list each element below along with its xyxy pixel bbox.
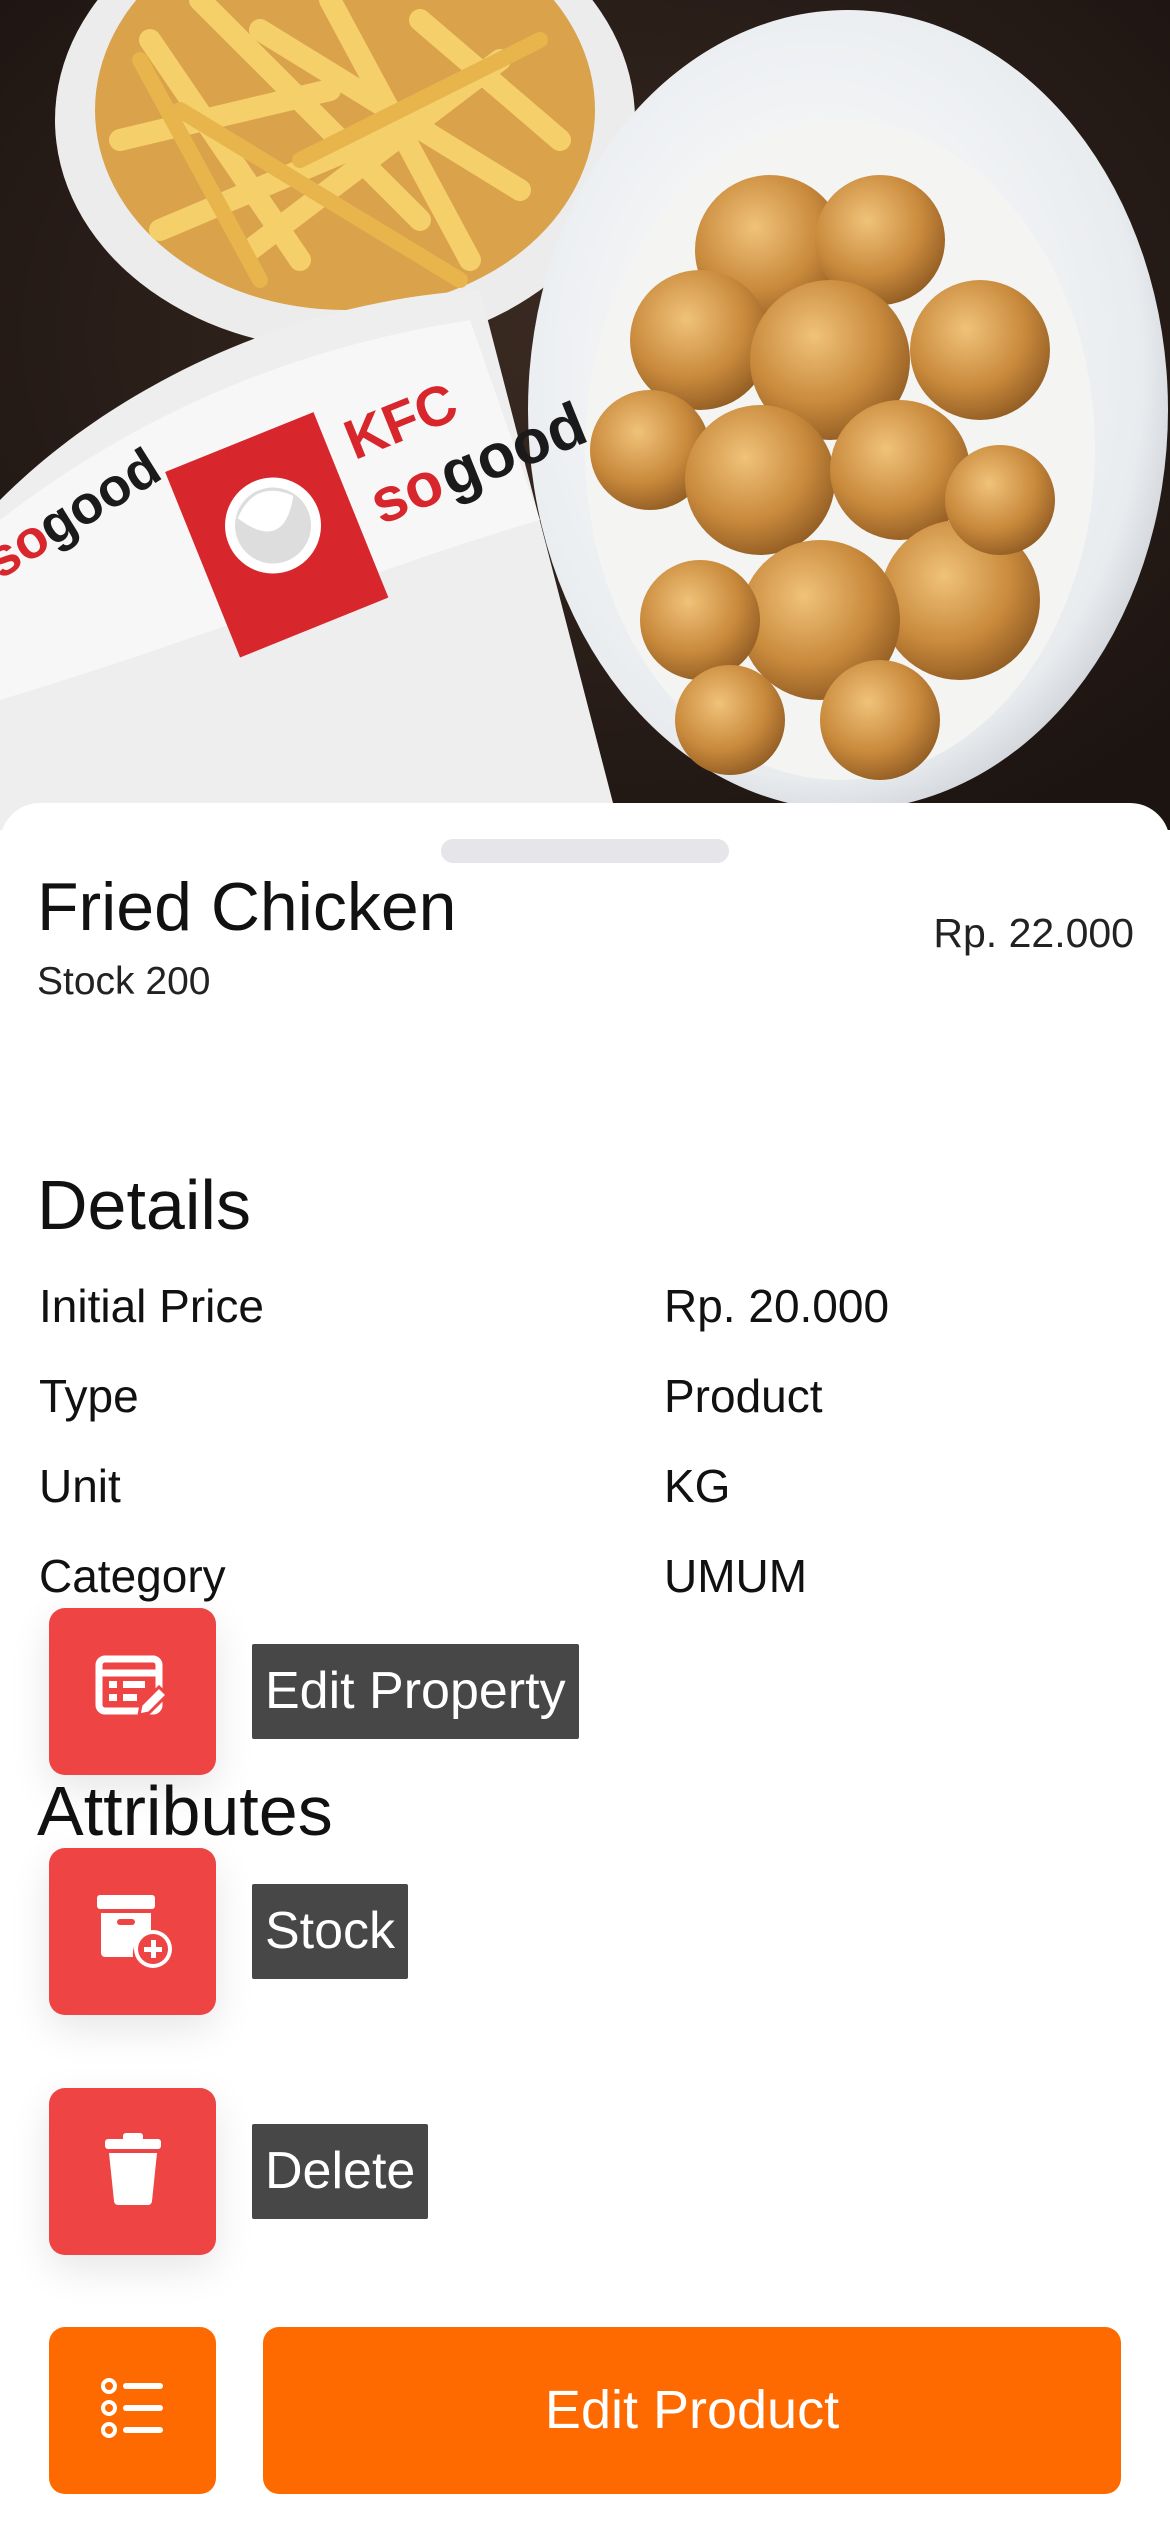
detail-label: Type xyxy=(39,1370,139,1422)
delete-button[interactable] xyxy=(49,2088,216,2255)
detail-row-initial-price: Initial Price Rp. 20.000 xyxy=(39,1274,1139,1338)
edit-property-label[interactable]: Edit Property xyxy=(252,1644,579,1739)
attributes-heading: Attributes xyxy=(37,1772,333,1850)
detail-label: Category xyxy=(39,1550,226,1602)
detail-row-category: Category UMUM xyxy=(39,1544,1139,1608)
sheet-grabber[interactable] xyxy=(441,839,729,863)
details-heading: Details xyxy=(37,1166,251,1244)
detail-value: UMUM xyxy=(664,1550,808,1602)
edit-property-button[interactable] xyxy=(49,1608,216,1775)
fab-menu-toggle-button[interactable] xyxy=(49,2327,216,2494)
edit-product-button[interactable]: Edit Product xyxy=(263,2327,1121,2494)
detail-value: KG xyxy=(664,1460,731,1512)
product-stock: Stock 200 xyxy=(37,960,211,1003)
detail-value: Rp. 20.000 xyxy=(664,1280,890,1332)
detail-value: Product xyxy=(664,1370,823,1422)
detail-label: Unit xyxy=(39,1460,121,1512)
edit-property-icon xyxy=(93,1649,173,1734)
product-price: Rp. 22.000 xyxy=(933,910,1134,956)
product-name: Fried Chicken xyxy=(37,869,457,945)
trash-icon xyxy=(101,2133,165,2210)
detail-row-type: Type Product xyxy=(39,1364,1139,1428)
detail-row-unit: Unit KG xyxy=(39,1454,1139,1518)
list-icon xyxy=(100,2376,165,2445)
delete-label[interactable]: Delete xyxy=(252,2124,429,2219)
stock-button[interactable] xyxy=(49,1848,216,2015)
stock-label[interactable]: Stock xyxy=(252,1884,409,1979)
product-hero-image: KFC so good so good xyxy=(0,0,1170,830)
detail-label: Initial Price xyxy=(39,1280,264,1332)
box-add-icon xyxy=(91,1887,175,1976)
